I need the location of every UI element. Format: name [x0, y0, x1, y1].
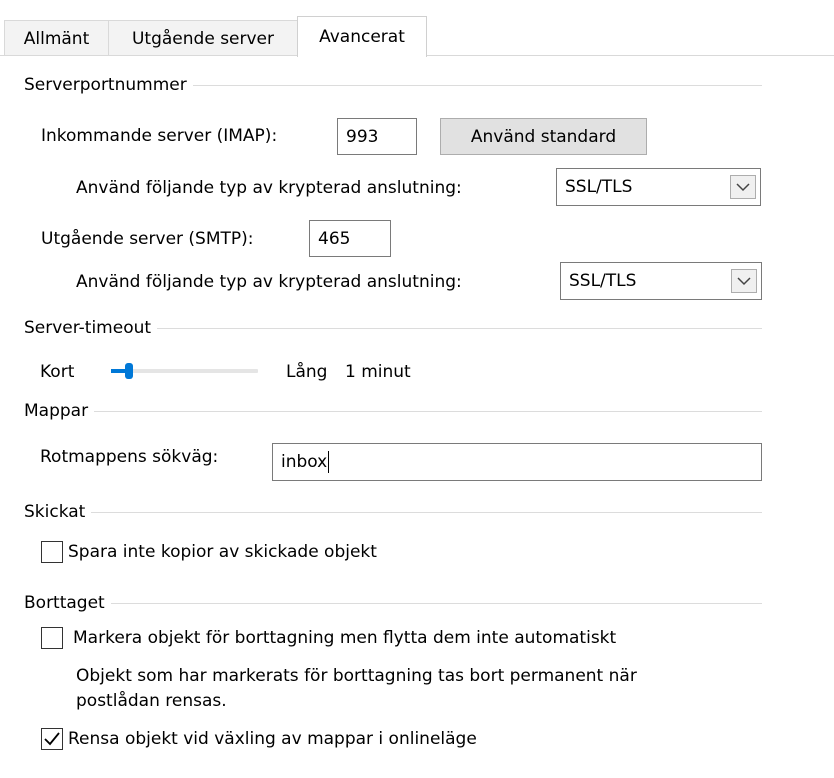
use-default-button-label: Använd standard — [470, 126, 617, 147]
group-divider — [94, 410, 762, 412]
group-divider — [192, 84, 762, 86]
root-folder-path-value: inbox — [281, 452, 328, 472]
tab-baseline — [427, 55, 834, 56]
purge-items-checkbox[interactable] — [41, 728, 63, 750]
root-folder-path-input[interactable]: inbox — [272, 443, 762, 481]
incoming-port-field[interactable]: 993 — [337, 118, 417, 155]
mark-for-deletion-label[interactable]: Markera objekt för borttagning men flytt… — [73, 628, 616, 648]
outgoing-encryption-select[interactable]: SSL/TLS — [560, 262, 762, 300]
tab-advanced-label: Avancerat — [319, 27, 405, 47]
tab-general-label: Allmänt — [23, 28, 90, 49]
purge-items-label[interactable]: Rensa objekt vid växling av mappar i onl… — [68, 729, 477, 749]
incoming-encryption-label: Använd följande typ av krypterad anslutn… — [76, 178, 462, 198]
group-folders-title: Mappar — [24, 401, 89, 421]
group-folders: Mappar — [24, 401, 762, 421]
incoming-encryption-value: SSL/TLS — [565, 177, 633, 197]
group-divider — [110, 602, 762, 604]
chevron-down-icon[interactable] — [731, 269, 757, 293]
timeout-slider[interactable] — [111, 363, 258, 379]
timeout-value-label: 1 minut — [345, 362, 411, 382]
group-deleted: Borttaget — [24, 593, 762, 613]
dont-save-sent-checkbox[interactable] — [41, 541, 63, 563]
outgoing-encryption-label: Använd följande typ av krypterad anslutn… — [76, 272, 462, 292]
chevron-down-icon[interactable] — [730, 175, 756, 199]
group-server-ports-title: Serverportnummer — [24, 75, 187, 95]
timeout-short-label: Kort — [40, 362, 75, 382]
mark-for-deletion-checkbox[interactable] — [41, 627, 63, 649]
tab-advanced[interactable]: Avancerat — [297, 16, 427, 57]
incoming-server-label: Inkommande server (IMAP): — [41, 126, 278, 146]
outgoing-port-value: 465 — [318, 228, 351, 249]
timeout-long-label: Lång — [286, 362, 328, 382]
outgoing-port-field[interactable]: 465 — [309, 220, 391, 257]
checkmark-icon — [44, 732, 60, 746]
root-folder-label: Rotmappens sökväg: — [40, 447, 219, 467]
timeout-slider-thumb[interactable] — [125, 363, 133, 379]
group-server-timeout: Server-timeout — [24, 318, 762, 338]
use-default-button[interactable]: Använd standard — [440, 118, 647, 155]
tab-general[interactable]: Allmänt — [4, 20, 109, 56]
group-deleted-title: Borttaget — [24, 593, 105, 613]
tab-strip: Allmänt Utgående server Avancerat — [0, 0, 834, 57]
tab-baseline — [0, 55, 297, 56]
incoming-port-value: 993 — [346, 126, 379, 147]
group-divider — [157, 327, 762, 329]
outgoing-server-label: Utgående server (SMTP): — [41, 229, 254, 249]
group-server-timeout-title: Server-timeout — [24, 318, 152, 338]
tab-outgoing-server[interactable]: Utgående server — [108, 20, 298, 56]
tab-outgoing-server-label: Utgående server — [131, 28, 275, 49]
group-sent: Skickat — [24, 502, 762, 522]
incoming-encryption-select[interactable]: SSL/TLS — [556, 168, 761, 206]
group-divider — [91, 511, 762, 513]
dont-save-sent-label[interactable]: Spara inte kopior av skickade objekt — [68, 542, 377, 562]
group-sent-title: Skickat — [24, 502, 86, 522]
group-server-ports: Serverportnummer — [24, 75, 762, 95]
deletion-info-text-line2: postlådan rensas. — [76, 691, 227, 711]
outgoing-encryption-value: SSL/TLS — [569, 271, 637, 291]
deletion-info-text: Objekt som har markerats för borttagning… — [76, 666, 637, 686]
text-caret — [328, 451, 330, 473]
